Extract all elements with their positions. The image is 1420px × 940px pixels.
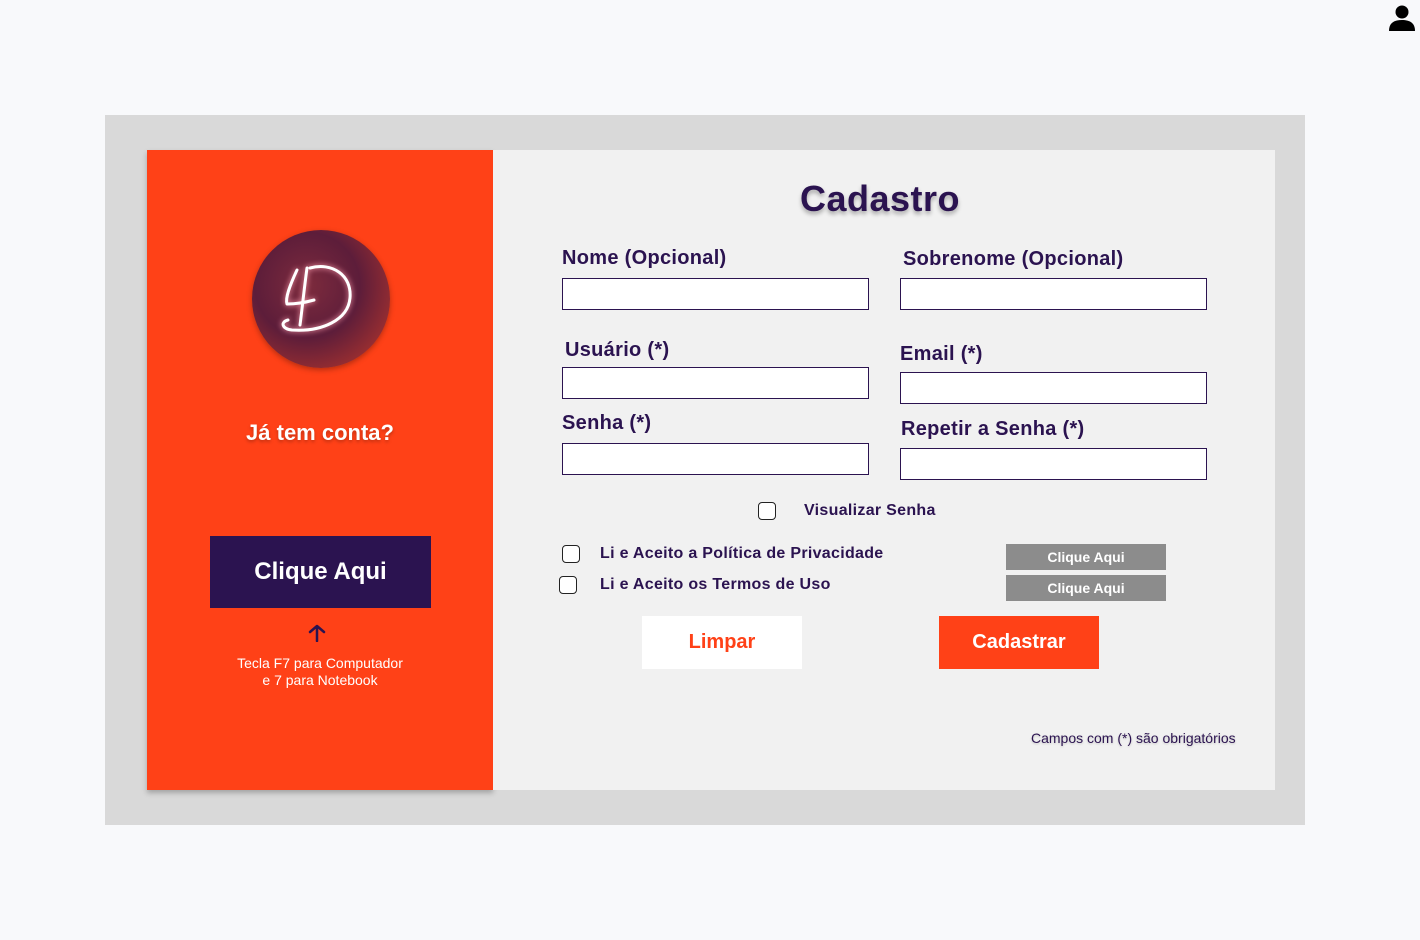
show-password-label: Visualizar Senha bbox=[804, 502, 936, 519]
email-input[interactable] bbox=[900, 372, 1207, 404]
privacy-policy-link-button[interactable]: Clique Aqui bbox=[1006, 544, 1166, 570]
has-account-heading: Já tem conta? bbox=[246, 420, 394, 445]
user-icon[interactable] bbox=[1388, 4, 1416, 32]
email-label: Email (*) bbox=[900, 343, 983, 365]
terms-of-use-checkbox[interactable] bbox=[559, 576, 577, 594]
first-name-label: Nome (Opcional) bbox=[562, 247, 727, 269]
username-input[interactable] bbox=[562, 367, 869, 399]
show-password-checkbox[interactable] bbox=[758, 502, 776, 520]
password-label: Senha (*) bbox=[562, 412, 652, 434]
first-name-input[interactable] bbox=[562, 278, 869, 310]
repeat-password-input[interactable] bbox=[900, 448, 1207, 480]
keyboard-hint-line2: e 7 para Notebook bbox=[262, 672, 378, 688]
privacy-policy-checkbox[interactable] bbox=[562, 545, 580, 563]
4d-logo-icon bbox=[252, 230, 390, 368]
last-name-label: Sobrenome (Opcional) bbox=[903, 248, 1124, 270]
register-button[interactable]: Cadastrar bbox=[939, 616, 1099, 669]
keyboard-hint-line1: Tecla F7 para Computador bbox=[237, 655, 403, 671]
last-name-input[interactable] bbox=[900, 278, 1207, 310]
page-title: Cadastro bbox=[799, 178, 961, 219]
terms-of-use-label: Li e Aceito os Termos de Uso bbox=[600, 576, 831, 593]
clear-button[interactable]: Limpar bbox=[642, 616, 802, 669]
required-fields-note: Campos com (*) são obrigatórios bbox=[1031, 730, 1236, 746]
keyboard-hint: Tecla F7 para Computador e 7 para Notebo… bbox=[147, 655, 493, 689]
login-panel: Já tem conta? Clique Aqui Tecla F7 para … bbox=[147, 150, 493, 790]
arrow-up-icon bbox=[308, 624, 326, 642]
register-form: Cadastro Nome (Opcional) Sobrenome (Opci… bbox=[493, 150, 1275, 790]
repeat-password-label: Repetir a Senha (*) bbox=[901, 418, 1085, 440]
terms-of-use-link-button[interactable]: Clique Aqui bbox=[1006, 575, 1166, 601]
password-input[interactable] bbox=[562, 443, 869, 475]
username-label: Usuário (*) bbox=[565, 339, 670, 361]
privacy-policy-label: Li e Aceito a Política de Privacidade bbox=[600, 545, 884, 562]
login-button[interactable]: Clique Aqui bbox=[210, 536, 431, 608]
